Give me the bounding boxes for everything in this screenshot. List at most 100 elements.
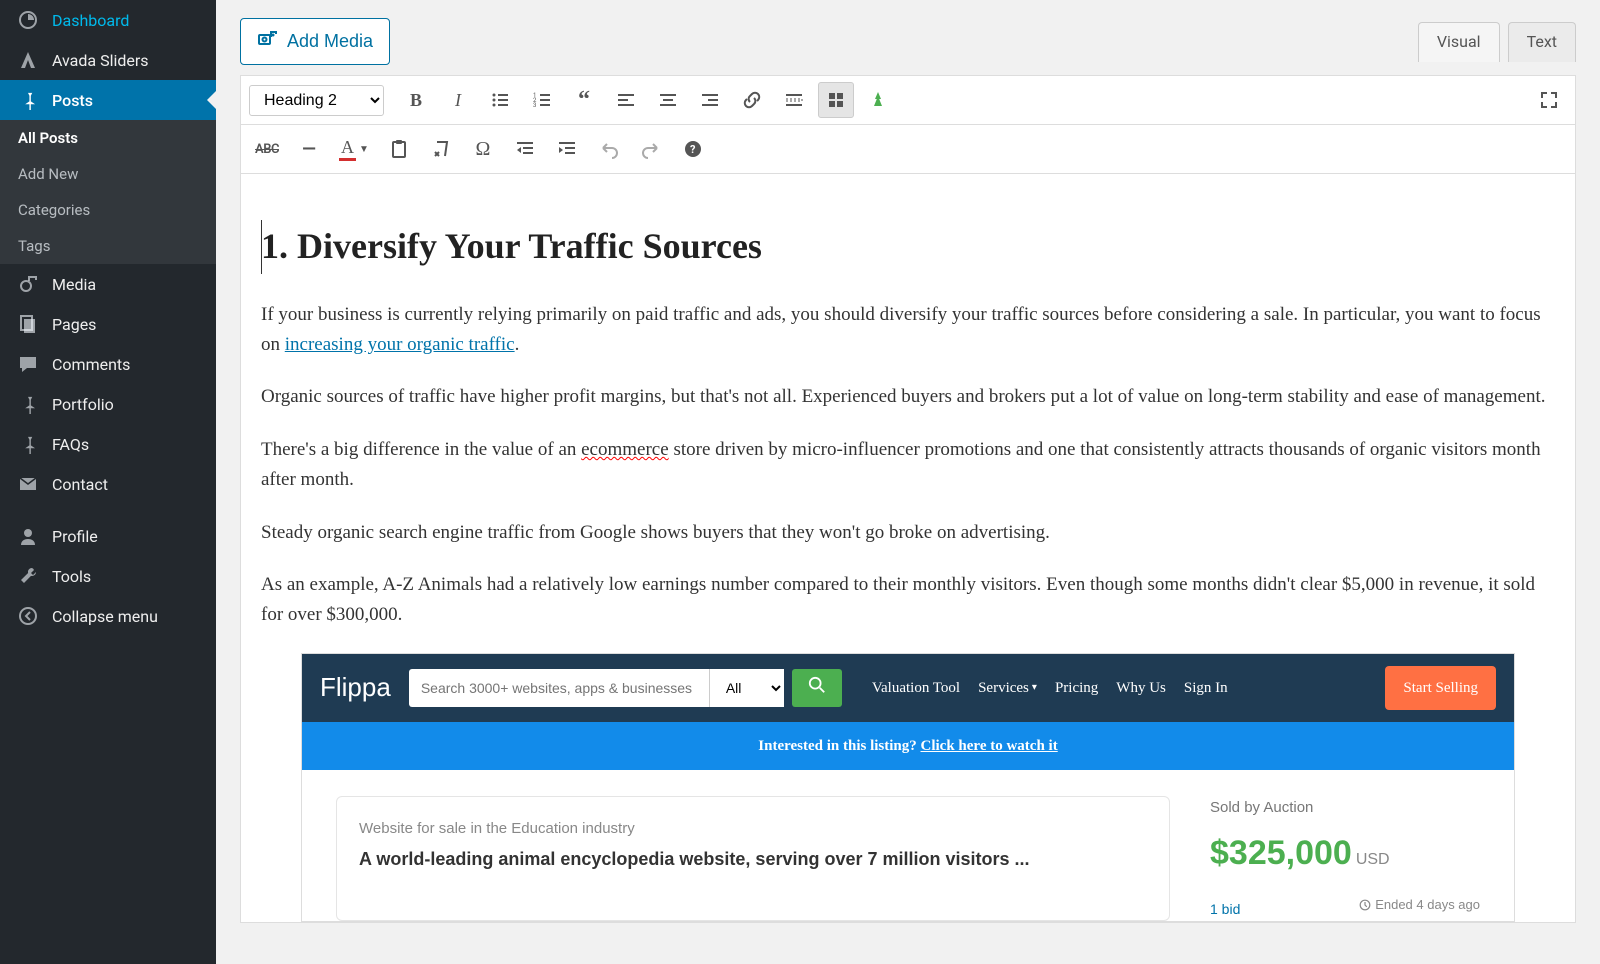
- organic-traffic-link[interactable]: increasing your organic traffic: [285, 334, 515, 355]
- sidebar-label: Tools: [52, 567, 91, 586]
- listing-price: $325,000USD: [1210, 826, 1480, 880]
- submenu-add-new[interactable]: Add New: [0, 156, 216, 192]
- fullscreen-button[interactable]: [1531, 82, 1567, 118]
- add-media-label: Add Media: [287, 31, 373, 52]
- watch-listing-link[interactable]: Click here to watch it: [921, 738, 1058, 754]
- sidebar-label: Avada Sliders: [52, 51, 149, 70]
- sidebar-item-dashboard[interactable]: Dashboard: [0, 0, 216, 40]
- redo-button[interactable]: [633, 131, 669, 167]
- link-button[interactable]: [734, 82, 770, 118]
- listing-side: Sold by Auction $325,000USD 1 bid Ended …: [1210, 796, 1480, 921]
- sidebar-item-avada[interactable]: Avada Sliders: [0, 40, 216, 80]
- pages-icon: [14, 314, 42, 334]
- pin-icon: [14, 90, 42, 110]
- submenu-all-posts[interactable]: All Posts: [0, 120, 216, 156]
- submenu-tags[interactable]: Tags: [0, 228, 216, 264]
- pin-icon: [14, 434, 42, 454]
- special-char-button[interactable]: Ω: [465, 131, 501, 167]
- wrench-icon: [14, 566, 42, 586]
- sidebar-label: Dashboard: [52, 11, 129, 30]
- flippa-nav: Valuation Tool Services▾ Pricing Why Us …: [872, 676, 1228, 700]
- align-center-button[interactable]: [650, 82, 686, 118]
- sidebar-item-portfolio[interactable]: Portfolio: [0, 384, 216, 424]
- sold-by-label: Sold by Auction: [1210, 796, 1480, 820]
- listing-title: A world-leading animal encyclopedia webs…: [359, 847, 1147, 872]
- toolbar-toggle-button[interactable]: [818, 82, 854, 118]
- listing-card: Website for sale in the Education indust…: [336, 796, 1170, 921]
- sidebar-label: Contact: [52, 475, 108, 494]
- tab-visual[interactable]: Visual: [1418, 22, 1500, 62]
- sidebar-item-media[interactable]: Media: [0, 264, 216, 304]
- ended-label: Ended 4 days ago: [1359, 895, 1480, 916]
- media-icon: [14, 274, 42, 294]
- start-selling-button[interactable]: Start Selling: [1385, 666, 1496, 710]
- paste-text-button[interactable]: T: [381, 131, 417, 167]
- editor-mode-tabs: Visual Text: [1418, 22, 1576, 62]
- sidebar-label: Collapse menu: [52, 607, 158, 626]
- nav-valuation[interactable]: Valuation Tool: [872, 676, 960, 700]
- sidebar-item-profile[interactable]: Profile: [0, 516, 216, 556]
- nav-pricing[interactable]: Pricing: [1055, 676, 1098, 700]
- format-select[interactable]: Heading 2: [249, 85, 384, 116]
- flippa-search-input[interactable]: [409, 669, 709, 707]
- sidebar-label: Profile: [52, 527, 98, 546]
- sidebar-label: Comments: [52, 355, 130, 374]
- italic-button[interactable]: I: [440, 82, 476, 118]
- ol-button[interactable]: 123: [524, 82, 560, 118]
- toolbar-row-2: ABC — A▼ T Ω ?: [241, 125, 1575, 174]
- embedded-screenshot: Flippa All Valuation Tool Services▾ Pric…: [301, 653, 1515, 922]
- sidebar-item-tools[interactable]: Tools: [0, 556, 216, 596]
- blockquote-button[interactable]: “: [566, 82, 602, 118]
- sidebar-label: Portfolio: [52, 395, 114, 414]
- sidebar-label: Pages: [52, 315, 96, 334]
- align-right-button[interactable]: [692, 82, 728, 118]
- listing-category: Website for sale in the Education indust…: [359, 817, 1147, 841]
- sidebar-item-pages[interactable]: Pages: [0, 304, 216, 344]
- text-color-button[interactable]: A▼: [333, 131, 375, 167]
- add-media-button[interactable]: Add Media: [240, 18, 390, 65]
- content-paragraph: If your business is currently relying pr…: [261, 300, 1555, 361]
- nav-whyus[interactable]: Why Us: [1116, 676, 1166, 700]
- strikethrough-button[interactable]: ABC: [249, 131, 285, 167]
- hr-button[interactable]: —: [291, 131, 327, 167]
- align-left-button[interactable]: [608, 82, 644, 118]
- sidebar-label: Media: [52, 275, 96, 294]
- content-paragraph: As an example, A-Z Animals had a relativ…: [261, 570, 1555, 631]
- sidebar-item-collapse[interactable]: Collapse menu: [0, 596, 216, 636]
- svg-text:?: ?: [690, 143, 696, 156]
- avada-builder-button[interactable]: [860, 82, 896, 118]
- flippa-search: All: [409, 669, 842, 707]
- avada-icon: [14, 50, 42, 70]
- content-paragraph: There's a big difference in the value of…: [261, 435, 1555, 496]
- sidebar-label: Posts: [52, 91, 93, 110]
- content-heading: 1. Diversify Your Traffic Sources: [261, 218, 1555, 276]
- help-button[interactable]: ?: [675, 131, 711, 167]
- sidebar-item-contact[interactable]: Contact: [0, 464, 216, 504]
- indent-button[interactable]: [549, 131, 585, 167]
- editor-container: Heading 2 B I 123 “: [240, 75, 1576, 923]
- nav-signin[interactable]: Sign In: [1184, 676, 1228, 700]
- more-button[interactable]: [776, 82, 812, 118]
- flippa-search-select[interactable]: All: [709, 669, 784, 707]
- content-paragraph: Organic sources of traffic have higher p…: [261, 382, 1555, 412]
- dashboard-icon: [14, 10, 42, 30]
- content-paragraph: Steady organic search engine traffic fro…: [261, 518, 1555, 548]
- nav-services[interactable]: Services▾: [978, 676, 1037, 700]
- flippa-search-button[interactable]: [792, 669, 842, 707]
- clear-formatting-button[interactable]: [423, 131, 459, 167]
- collapse-icon: [14, 606, 42, 626]
- posts-submenu: All Posts Add New Categories Tags: [0, 120, 216, 264]
- ul-button[interactable]: [482, 82, 518, 118]
- submenu-categories[interactable]: Categories: [0, 192, 216, 228]
- tab-text[interactable]: Text: [1508, 22, 1576, 62]
- flippa-banner: Interested in this listing? Click here t…: [302, 722, 1514, 770]
- flippa-logo: Flippa: [320, 667, 391, 709]
- outdent-button[interactable]: [507, 131, 543, 167]
- sidebar-item-posts[interactable]: Posts: [0, 80, 216, 120]
- bold-button[interactable]: B: [398, 82, 434, 118]
- svg-text:T: T: [397, 146, 402, 155]
- sidebar-item-comments[interactable]: Comments: [0, 344, 216, 384]
- content-editor[interactable]: 1. Diversify Your Traffic Sources If you…: [241, 174, 1575, 922]
- undo-button[interactable]: [591, 131, 627, 167]
- sidebar-item-faqs[interactable]: FAQs: [0, 424, 216, 464]
